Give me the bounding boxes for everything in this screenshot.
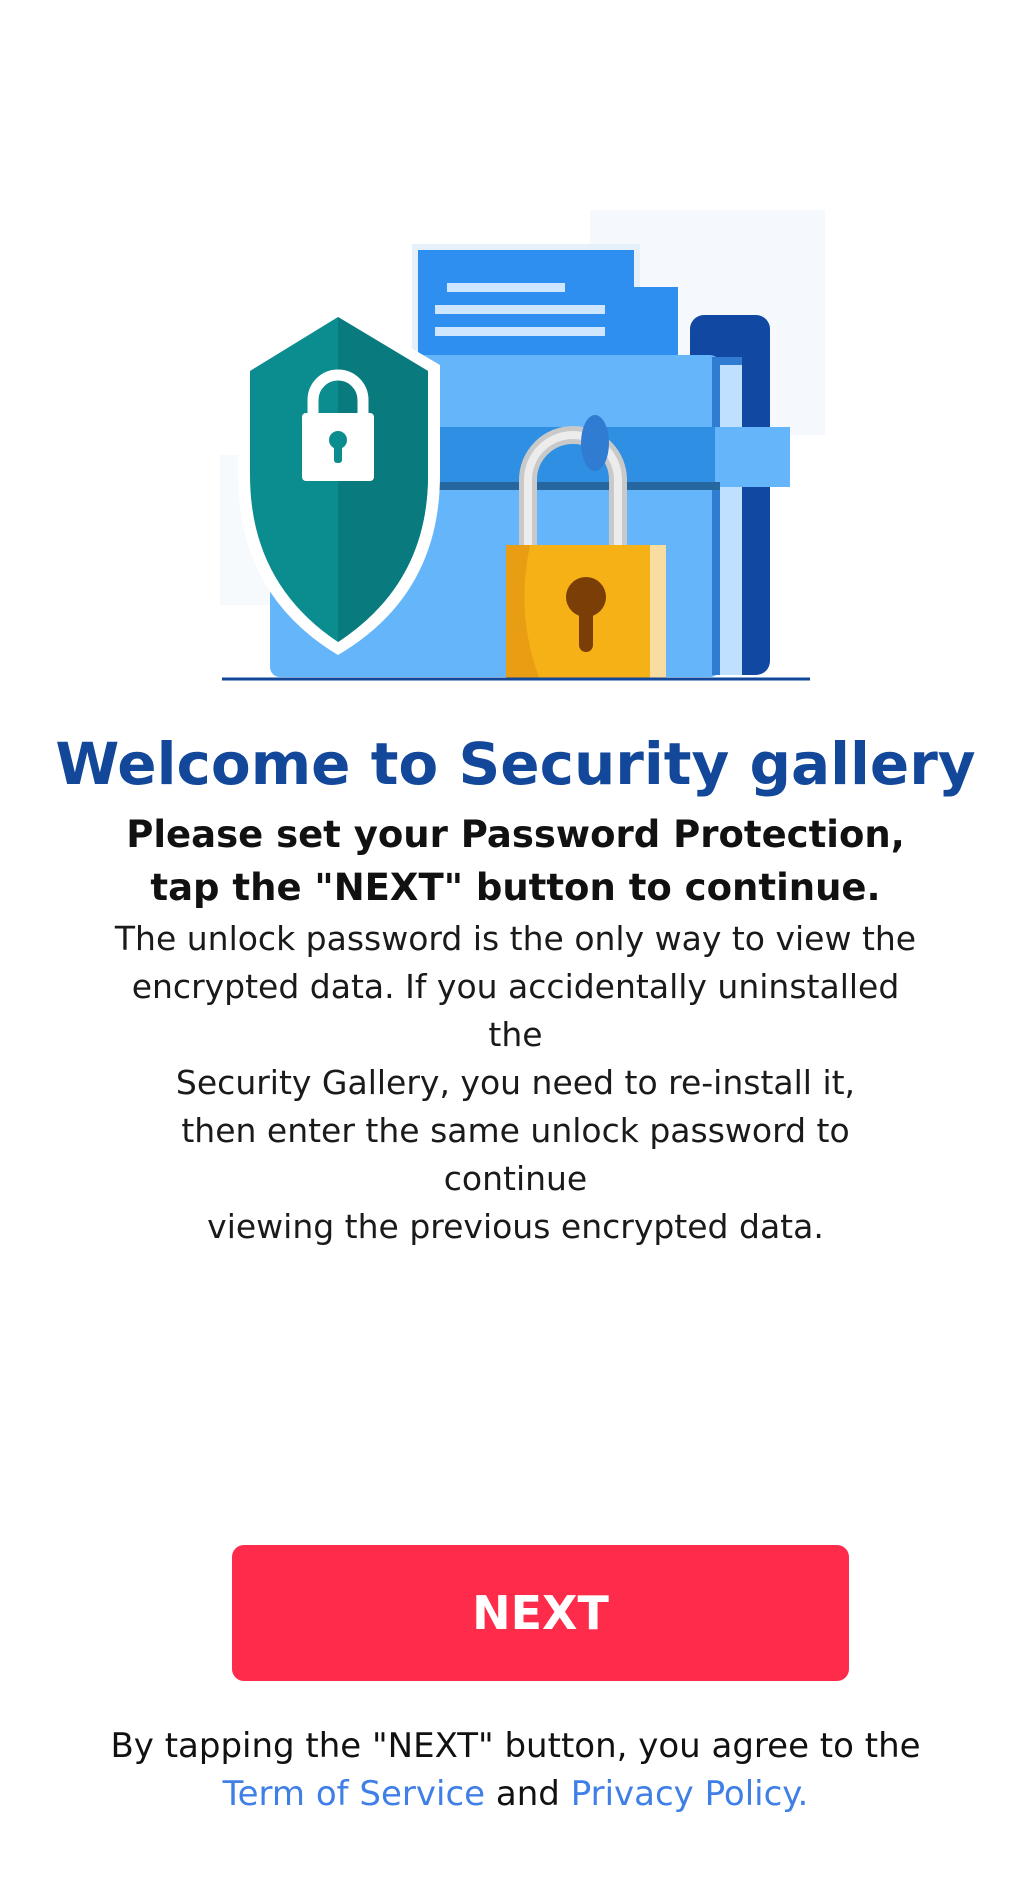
agreement-connector: and xyxy=(485,1774,571,1814)
agreement-line: By tapping the "NEXT" button, you agree … xyxy=(110,1726,921,1766)
agreement-text: By tapping the "NEXT" button, you agree … xyxy=(0,1722,1031,1818)
welcome-title: Welcome to Security gallery xyxy=(55,730,976,798)
security-folder-illustration xyxy=(210,205,830,685)
subtitle-line: tap the "NEXT" button to continue. xyxy=(150,866,881,909)
info-line: encrypted data. If you accidentally unin… xyxy=(131,967,900,1054)
info-line: viewing the previous encrypted data. xyxy=(207,1207,824,1246)
info-line: The unlock password is the only way to v… xyxy=(114,919,917,958)
terms-of-service-link[interactable]: Term of Service xyxy=(223,1774,485,1814)
next-button[interactable]: NEXT xyxy=(232,1545,849,1681)
instruction-subtitle: Please set your Password Protection, tap… xyxy=(0,808,1031,914)
password-info-text: The unlock password is the only way to v… xyxy=(110,915,921,1251)
privacy-policy-link[interactable]: Privacy Policy. xyxy=(571,1774,809,1814)
info-line: then enter the same unlock password to c… xyxy=(181,1111,850,1198)
info-line: Security Gallery, you need to re-install… xyxy=(175,1063,856,1102)
subtitle-line: Please set your Password Protection, xyxy=(126,813,905,856)
agreement-links-line: Term of Service and Privacy Policy. xyxy=(0,1770,1031,1818)
